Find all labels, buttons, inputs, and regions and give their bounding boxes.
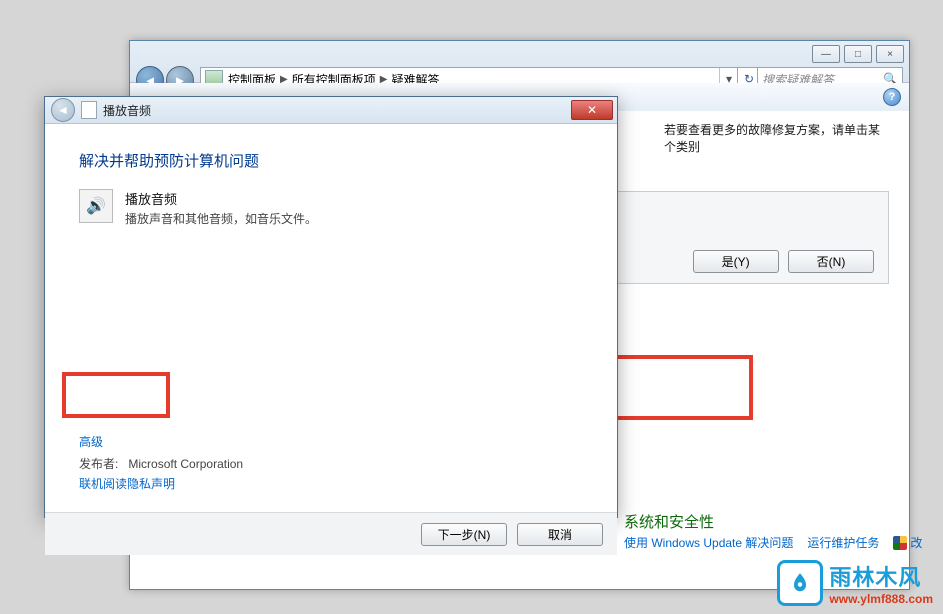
minimize-button[interactable]: — xyxy=(812,45,840,63)
troubleshooter-item[interactable]: 🔊 播放音频 播放声音和其他音频，如音乐文件。 xyxy=(79,189,583,227)
publisher-value: Microsoft Corporation xyxy=(128,457,243,471)
privacy-link[interactable]: 联机阅读隐私声明 xyxy=(79,475,175,492)
advanced-link[interactable]: 高级 xyxy=(79,433,103,450)
intro-text: 若要查看更多的故障修复方案，请单击某个类别 xyxy=(664,121,889,155)
help-icon[interactable]: ? xyxy=(883,88,901,106)
dialog-close-button[interactable]: ✕ xyxy=(571,100,613,120)
category-sublink-maintenance[interactable]: 运行维护任务 xyxy=(807,534,879,551)
watermark-url: www.ylmf888.com xyxy=(829,592,933,606)
yes-button[interactable]: 是(Y) xyxy=(693,250,779,273)
dialog-heading: 解决并帮助预防计算机问题 xyxy=(79,150,583,171)
play-audio-troubleshooter-dialog: ◄ 播放音频 ✕ 解决并帮助预防计算机问题 🔊 播放音频 播放声音和其他音频，如… xyxy=(44,96,618,518)
item-description: 播放声音和其他音频，如音乐文件。 xyxy=(125,210,317,227)
watermark-logo-icon xyxy=(777,560,823,606)
category-system-security: 系统和安全性 使用 Windows Update 解决问题 运行维护任务 改 xyxy=(574,511,943,551)
close-button[interactable]: × xyxy=(876,45,904,63)
no-button[interactable]: 否(N) xyxy=(788,250,874,273)
maximize-button[interactable]: □ xyxy=(844,45,872,63)
category-sublink-more[interactable]: 改 xyxy=(893,534,922,551)
category-title[interactable]: 系统和安全性 xyxy=(624,511,922,532)
dialog-back-button[interactable]: ◄ xyxy=(51,98,75,122)
window-titlebar: — □ × ◄ ► 控制面板 ▶ 所有控制面板项 ▶ 疑难解答 ▾ ↻ 搜索疑难… xyxy=(130,41,909,83)
dialog-title: 播放音频 xyxy=(103,102,151,119)
dialog-footer: 下一步(N) 取消 xyxy=(45,512,617,555)
watermark: 雨林木风 www.ylmf888.com xyxy=(777,560,933,606)
publisher-label: 发布者: xyxy=(79,457,118,471)
speaker-icon: 🔊 xyxy=(79,189,113,223)
dialog-titlebar: ◄ 播放音频 ✕ xyxy=(45,97,617,124)
item-title: 播放音频 xyxy=(125,189,317,208)
page-icon xyxy=(81,101,97,119)
shield-icon xyxy=(893,536,907,550)
publisher-line: 发布者: Microsoft Corporation xyxy=(79,455,243,472)
next-button[interactable]: 下一步(N) xyxy=(421,523,507,546)
cancel-button[interactable]: 取消 xyxy=(517,523,603,546)
category-sublink-update[interactable]: 使用 Windows Update 解决问题 xyxy=(624,534,793,551)
watermark-text: 雨林木风 xyxy=(829,560,933,592)
